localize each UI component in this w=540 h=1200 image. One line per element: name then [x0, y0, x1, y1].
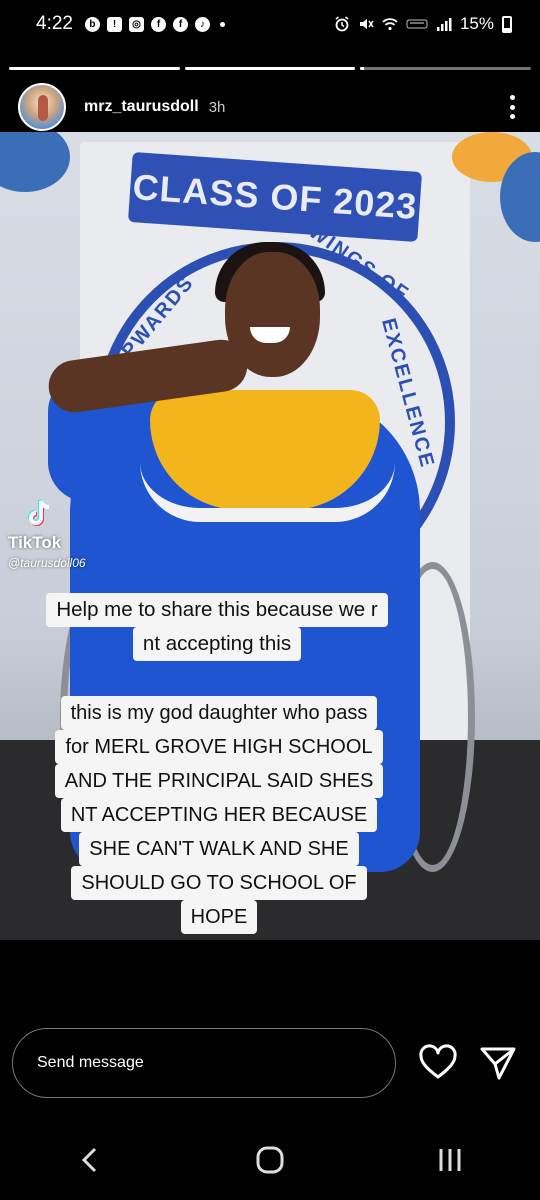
facebook-icon: f [150, 16, 166, 32]
tiktok-handle: @taurusdoll06 [8, 556, 86, 570]
time-ago: 3h [208, 98, 226, 116]
tiktok-watermark: TikTok @taurusdoll06 [8, 497, 86, 570]
caption-line: nt accepting this [132, 627, 302, 661]
story-header: mrz_taurusdoll 3h [18, 82, 522, 132]
avatar[interactable] [18, 83, 66, 131]
battery-percent: 15% [459, 14, 494, 33]
caption-line: Help me to share this because we r [46, 593, 388, 627]
username[interactable]: mrz_taurusdoll [84, 98, 199, 116]
caption-block: Help me to share this because we r nt ac… [26, 593, 408, 661]
flower-decoration [0, 132, 70, 192]
progress-segment-fill [360, 67, 364, 70]
gown-collar-trim [140, 462, 395, 522]
more-dot [509, 95, 515, 100]
caption-line: SHE CAN'T WALK AND SHE [79, 832, 359, 866]
battery-icon [502, 15, 512, 33]
send-message-input[interactable]: Send message [12, 1028, 396, 1098]
mute-icon [359, 19, 374, 29]
caption-line: SHOULD GO TO SCHOOL OF [71, 866, 367, 900]
home-icon [256, 1146, 284, 1174]
progress-segment-fill [184, 67, 356, 70]
caption-line: AND THE PRINCIPAL SAID SHES [54, 764, 384, 798]
story-progress [9, 67, 532, 70]
tiktok-label: TikTok [8, 533, 62, 552]
nav-recents-button[interactable] [430, 1140, 470, 1180]
caption-block: this is my god daughter who pass for MER… [36, 696, 402, 934]
progress-segment [184, 67, 356, 70]
caption-line: HOPE [180, 900, 258, 934]
story-media[interactable]: UPWARDS WINGS OF EXCELLENCE CLASS OF 202… [0, 132, 540, 940]
recents-icon [439, 1149, 461, 1171]
more-options-button[interactable] [502, 93, 522, 121]
status-bar: 4:22 b ! ◎ f f ♪ 15% [0, 0, 540, 48]
heart-icon[interactable] [418, 1044, 458, 1082]
send-icon[interactable] [478, 1044, 518, 1082]
sim-alert-icon: ! [106, 16, 122, 32]
caption-line: for MERL GROVE HIGH SCHOOL [55, 730, 383, 764]
nav-home-button[interactable] [250, 1140, 290, 1180]
instagram-icon: ◎ [128, 16, 144, 32]
caption-line: this is my god daughter who pass [60, 696, 378, 730]
more-dot [509, 104, 515, 110]
progress-segment-fill [9, 67, 180, 70]
wifi-icon [382, 18, 398, 31]
progress-segment [360, 67, 532, 70]
alarm-icon [335, 16, 349, 32]
facebook-icon: f [172, 16, 188, 32]
volte-icon [406, 19, 428, 29]
b-circle-icon: b [84, 16, 100, 32]
status-right-icons: 15% [334, 14, 512, 34]
back-chevron-icon [81, 1147, 97, 1173]
nav-back-button[interactable] [70, 1140, 110, 1180]
more-notifications-dot [219, 21, 225, 27]
status-time: 4:22 [36, 13, 73, 34]
progress-segment [9, 67, 180, 70]
tiktok-logo-icon [28, 500, 50, 526]
signal-icon [436, 18, 452, 31]
notification-icons: b ! ◎ f f ♪ [84, 16, 225, 32]
caption-line: NT ACCEPTING HER BECAUSE [60, 798, 378, 832]
system-nav-bar [0, 1120, 540, 1200]
more-dot [509, 114, 515, 119]
tiktok-icon: ♪ [194, 16, 210, 32]
banner-text: CLASS OF 2023 [131, 166, 419, 227]
